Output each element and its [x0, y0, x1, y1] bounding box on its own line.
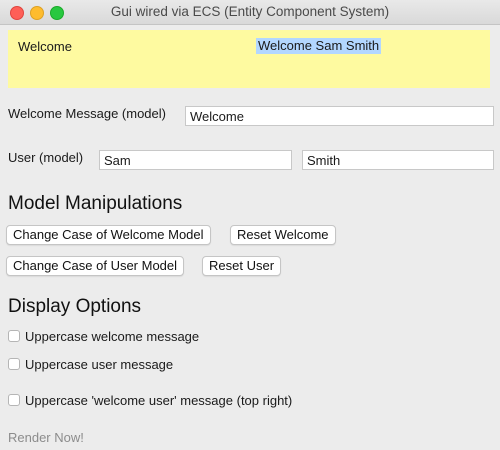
- uppercase-welcome-user-option[interactable]: Uppercase 'welcome user' message (top ri…: [8, 392, 292, 408]
- welcome-message-input[interactable]: [185, 106, 494, 126]
- model-manipulations-heading: Model Manipulations: [8, 193, 183, 214]
- change-case-user-button[interactable]: Change Case of User Model: [6, 256, 185, 276]
- render-now-button[interactable]: Render Now!: [8, 430, 84, 445]
- uppercase-welcome-checkbox[interactable]: [8, 330, 20, 342]
- uppercase-welcome-user-checkbox[interactable]: [8, 394, 20, 406]
- change-case-welcome-button[interactable]: Change Case of Welcome Model: [6, 225, 211, 245]
- window-title: Gui wired via ECS (Entity Component Syst…: [110, 4, 390, 19]
- welcome-banner: Welcome Welcome Sam Smith: [8, 30, 490, 88]
- first-name-input[interactable]: [99, 150, 292, 170]
- last-name-input[interactable]: [302, 150, 494, 170]
- uppercase-welcome-user-label: Uppercase 'welcome user' message (top ri…: [25, 392, 293, 408]
- uppercase-user-label: Uppercase user message: [25, 356, 174, 372]
- uppercase-welcome-label: Uppercase welcome message: [25, 328, 200, 344]
- welcome-message-label: Welcome Message (model): [8, 106, 166, 121]
- uppercase-user-checkbox[interactable]: [8, 358, 20, 370]
- reset-welcome-button[interactable]: Reset Welcome: [230, 225, 336, 245]
- user-label: User (model): [8, 150, 84, 165]
- app-window: Gui wired via ECS (Entity Component Syst…: [0, 0, 500, 450]
- uppercase-welcome-option[interactable]: Uppercase welcome message: [8, 328, 199, 344]
- banner-welcome-user-text: Welcome Sam Smith: [256, 38, 382, 54]
- display-options-heading: Display Options: [8, 296, 142, 317]
- title-bar: Gui wired via ECS (Entity Component Syst…: [0, 0, 500, 25]
- uppercase-user-option[interactable]: Uppercase user message: [8, 356, 173, 372]
- reset-user-button[interactable]: Reset User: [202, 256, 282, 276]
- banner-welcome-text: Welcome: [18, 39, 72, 54]
